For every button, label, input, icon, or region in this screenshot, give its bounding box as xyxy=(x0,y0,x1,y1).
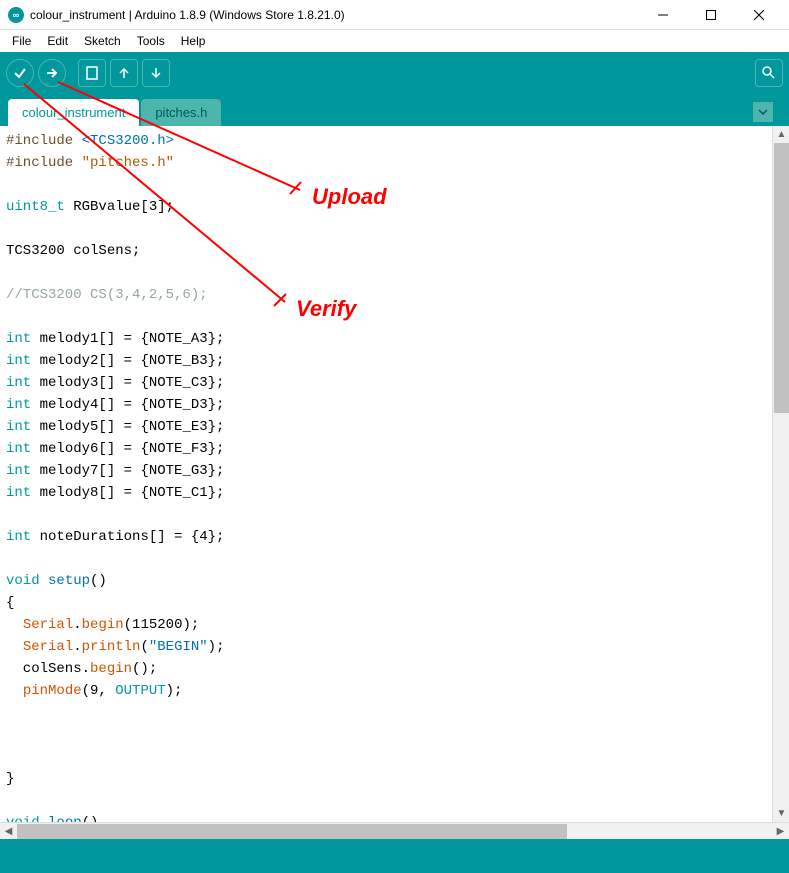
menu-tools[interactable]: Tools xyxy=(129,32,173,50)
arrow-up-icon xyxy=(117,66,131,80)
horizontal-scroll-thumb[interactable] xyxy=(17,824,567,839)
new-button[interactable] xyxy=(78,59,106,87)
open-button[interactable] xyxy=(110,59,138,87)
menu-file[interactable]: File xyxy=(4,32,39,50)
chevron-down-icon xyxy=(758,107,768,117)
tab-colour-instrument[interactable]: colour_instrument xyxy=(8,99,139,126)
close-button[interactable] xyxy=(745,5,773,25)
toolbar xyxy=(0,52,789,94)
vertical-scroll-thumb[interactable] xyxy=(774,143,789,413)
menu-help[interactable]: Help xyxy=(173,32,214,50)
scroll-right-arrow[interactable]: ▶ xyxy=(772,824,789,839)
window-title: colour_instrument | Arduino 1.8.9 (Windo… xyxy=(30,8,649,22)
vertical-scrollbar[interactable]: ▲ ▼ xyxy=(772,126,789,822)
verify-button[interactable] xyxy=(6,59,34,87)
menu-sketch[interactable]: Sketch xyxy=(76,32,129,50)
save-button[interactable] xyxy=(142,59,170,87)
file-icon xyxy=(85,66,99,80)
upload-button[interactable] xyxy=(38,59,66,87)
tab-menu-button[interactable] xyxy=(753,102,773,122)
tab-pitches-h[interactable]: pitches.h xyxy=(141,99,221,126)
arrow-down-icon xyxy=(149,66,163,80)
magnifier-icon xyxy=(761,65,777,81)
statusbar xyxy=(0,839,789,873)
maximize-button[interactable] xyxy=(697,5,725,25)
scroll-left-arrow[interactable]: ◀ xyxy=(0,824,17,839)
window-titlebar: ∞ colour_instrument | Arduino 1.8.9 (Win… xyxy=(0,0,789,30)
code-editor[interactable]: #include <TCS3200.h> #include "pitches.h… xyxy=(0,126,772,822)
tabbar: colour_instrument pitches.h xyxy=(0,94,789,126)
check-icon xyxy=(12,65,28,81)
scroll-down-arrow[interactable]: ▼ xyxy=(774,806,789,821)
serial-monitor-button[interactable] xyxy=(755,59,783,87)
arrow-right-icon xyxy=(44,65,60,81)
app-icon: ∞ xyxy=(8,7,24,23)
menubar: File Edit Sketch Tools Help xyxy=(0,30,789,52)
minimize-button[interactable] xyxy=(649,5,677,25)
scroll-up-arrow[interactable]: ▲ xyxy=(774,127,789,142)
menu-edit[interactable]: Edit xyxy=(39,32,76,50)
horizontal-scrollbar[interactable]: ◀ ▶ xyxy=(0,822,789,839)
